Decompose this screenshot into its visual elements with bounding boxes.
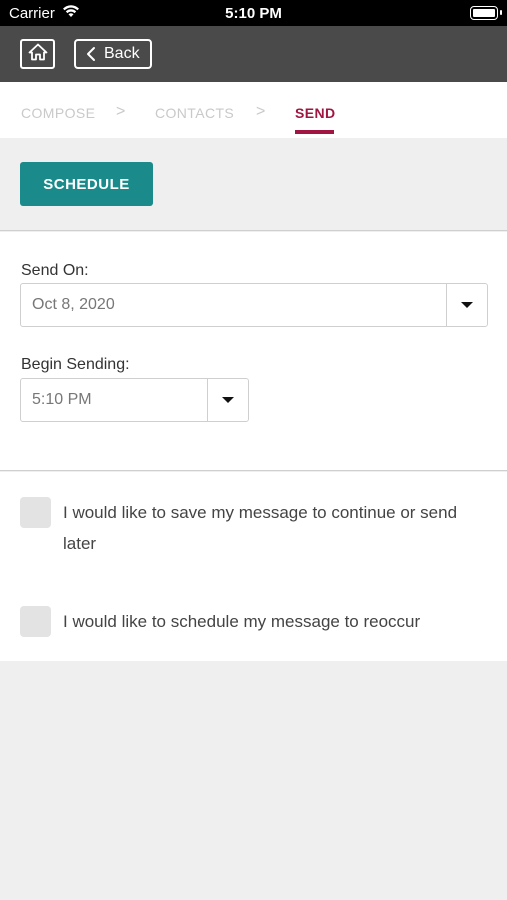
step-compose[interactable]: COMPOSE xyxy=(21,105,95,121)
dropdown-arrow-icon[interactable] xyxy=(207,379,248,421)
clock: 5:10 PM xyxy=(225,5,282,22)
save-later-label: I would like to save my message to conti… xyxy=(63,503,458,553)
send-on-label: Send On: xyxy=(21,262,89,279)
begin-sending-time-select[interactable]: 5:10 PM xyxy=(20,378,249,422)
begin-sending-time-value: 5:10 PM xyxy=(32,391,92,408)
reoccur-label: I would like to schedule my message to r… xyxy=(63,612,421,631)
schedule-section: SCHEDULE xyxy=(0,138,507,231)
begin-sending-label: Begin Sending: xyxy=(21,356,130,373)
dropdown-arrow-icon[interactable] xyxy=(446,284,487,326)
chevron-left-icon xyxy=(86,46,96,62)
status-bar: Carrier 5:10 PM xyxy=(0,0,507,26)
home-icon xyxy=(28,43,48,66)
step-send[interactable]: SEND xyxy=(295,105,336,121)
active-step-indicator xyxy=(295,130,334,134)
schedule-button[interactable]: SCHEDULE xyxy=(20,162,153,206)
back-button[interactable]: Back xyxy=(74,39,152,69)
send-on-date-select[interactable]: Oct 8, 2020 xyxy=(20,283,488,327)
reoccur-checkbox[interactable] xyxy=(20,606,51,637)
step-separator: > xyxy=(256,103,266,120)
top-bar: Back xyxy=(0,26,507,82)
back-label: Back xyxy=(104,45,140,62)
step-separator: > xyxy=(116,103,126,120)
schedule-form: Send On: Oct 8, 2020 Begin Sending: 5:10… xyxy=(0,232,507,471)
message-options: I would like to save my message to conti… xyxy=(0,472,507,661)
send-on-date-value: Oct 8, 2020 xyxy=(32,296,115,313)
wizard-steps: COMPOSE > CONTACTS > SEND xyxy=(0,82,507,138)
step-contacts[interactable]: CONTACTS xyxy=(155,105,234,121)
home-button[interactable] xyxy=(20,39,55,69)
save-later-checkbox[interactable] xyxy=(20,497,51,528)
battery-icon xyxy=(470,6,502,20)
